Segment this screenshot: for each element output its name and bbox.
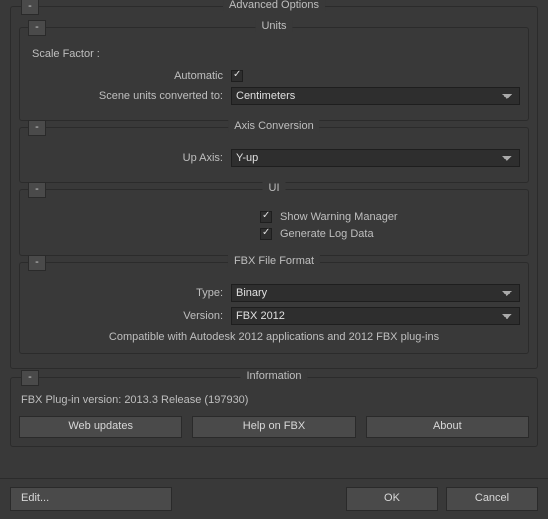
ui-group: UI - Show Warning Manager Generate Log D… — [19, 189, 529, 256]
up-axis-dropdown[interactable]: Y-up — [231, 149, 520, 167]
ok-button[interactable]: OK — [346, 487, 438, 511]
scale-factor-label: Scale Factor : — [32, 48, 520, 60]
advanced-collapse-btn[interactable]: - — [21, 0, 39, 15]
web-updates-button[interactable]: Web updates — [19, 416, 182, 438]
type-dropdown[interactable]: Binary — [231, 284, 520, 302]
units-collapse-btn[interactable]: - — [28, 20, 46, 36]
axis-collapse-btn[interactable]: - — [28, 120, 46, 136]
units-group: Units - Scale Factor : Automatic Scene u… — [19, 27, 529, 121]
information-title: Information — [240, 370, 307, 382]
edit-button[interactable]: Edit... — [10, 487, 172, 511]
generate-log-label: Generate Log Data — [280, 228, 374, 240]
scene-units-label: Scene units converted to: — [28, 90, 231, 102]
automatic-label: Automatic — [28, 70, 231, 82]
fbx-format-group: FBX File Format - Type: Binary Version: … — [19, 262, 529, 354]
version-dropdown[interactable]: FBX 2012 — [231, 307, 520, 325]
units-title: Units — [255, 20, 292, 32]
about-button[interactable]: About — [366, 416, 529, 438]
fbx-title: FBX File Format — [228, 255, 320, 267]
advanced-options-group: Advanced Options - Units - Scale Factor … — [10, 6, 538, 369]
information-group: Information - FBX Plug-in version: 2013.… — [10, 377, 538, 447]
cancel-button[interactable]: Cancel — [446, 487, 538, 511]
show-warning-checkbox[interactable] — [260, 211, 272, 223]
fbx-collapse-btn[interactable]: - — [28, 255, 46, 271]
ui-collapse-btn[interactable]: - — [28, 182, 46, 198]
information-collapse-btn[interactable]: - — [21, 370, 39, 386]
up-axis-label: Up Axis: — [28, 152, 231, 164]
bottom-bar: Edit... OK Cancel — [0, 478, 548, 519]
ui-title: UI — [263, 182, 286, 194]
advanced-options-title: Advanced Options — [223, 0, 325, 11]
show-warning-label: Show Warning Manager — [280, 211, 398, 223]
type-label: Type: — [28, 287, 231, 299]
generate-log-checkbox[interactable] — [260, 228, 272, 240]
compat-note: Compatible with Autodesk 2012 applicatio… — [28, 331, 520, 343]
axis-conversion-group: Axis Conversion - Up Axis: Y-up — [19, 127, 529, 183]
help-button[interactable]: Help on FBX — [192, 416, 355, 438]
axis-title: Axis Conversion — [228, 120, 319, 132]
version-label: Version: — [28, 310, 231, 322]
scene-units-dropdown[interactable]: Centimeters — [231, 87, 520, 105]
automatic-checkbox[interactable] — [231, 70, 243, 82]
plugin-version-text: FBX Plug-in version: 2013.3 Release (197… — [21, 394, 529, 406]
